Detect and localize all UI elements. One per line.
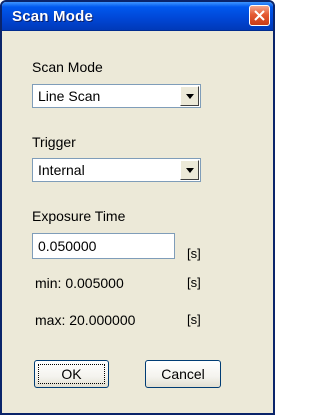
dialog-title: Scan Mode (12, 8, 93, 25)
ok-button-label: OK (61, 366, 82, 382)
exposure-max: max: 20.000000 (35, 312, 136, 328)
trigger-dropdown-button[interactable] (180, 160, 199, 180)
trigger-label: Trigger (32, 134, 76, 150)
exposure-time-input[interactable]: 0.050000 (32, 233, 175, 259)
title-bar[interactable]: Scan Mode (2, 2, 273, 31)
exposure-max-unit: [s] (187, 312, 201, 327)
chevron-down-icon (186, 168, 194, 173)
close-icon (254, 10, 265, 21)
trigger-select[interactable]: Internal (32, 158, 201, 182)
cancel-button-label: Cancel (161, 366, 205, 382)
scan-mode-label: Scan Mode (32, 59, 103, 75)
cancel-button[interactable]: Cancel (145, 360, 221, 388)
scan-mode-dropdown-button[interactable] (180, 86, 199, 106)
exposure-min-unit: [s] (187, 275, 201, 290)
scan-mode-dialog: Scan Mode Scan Mode Line Scan Trigger In… (0, 0, 275, 415)
scan-mode-select[interactable]: Line Scan (32, 84, 201, 108)
trigger-value: Internal (38, 162, 85, 178)
ok-button[interactable]: OK (34, 360, 109, 388)
scan-mode-value: Line Scan (38, 88, 101, 104)
exposure-min: min: 0.005000 (35, 275, 124, 291)
close-button[interactable] (249, 5, 270, 26)
exposure-time-value: 0.050000 (38, 238, 97, 254)
exposure-time-label: Exposure Time (32, 208, 126, 224)
chevron-down-icon (186, 94, 194, 99)
exposure-unit: [s] (187, 246, 201, 261)
